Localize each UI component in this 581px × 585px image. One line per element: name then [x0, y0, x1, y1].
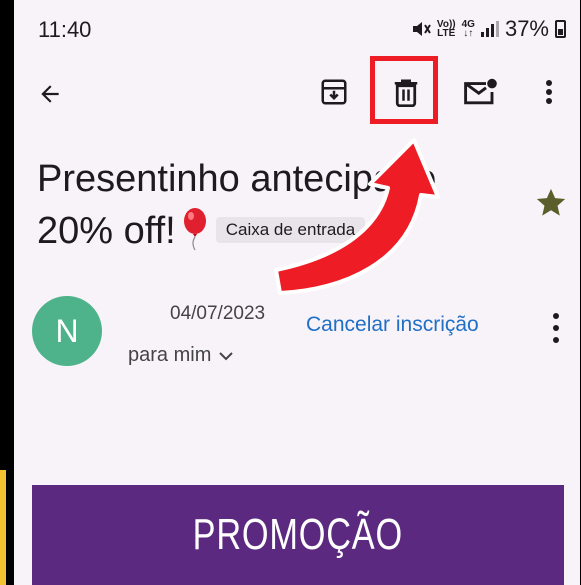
email-subject: Presentinho antecipado 20% off! Caixa de… — [37, 153, 537, 257]
chevron-down-icon — [219, 351, 234, 360]
delete-highlight-box — [370, 56, 438, 124]
arrow-back-icon — [41, 85, 59, 103]
volte-indicator: Vo)) LTE — [436, 19, 456, 39]
sender-more-icon[interactable] — [546, 310, 566, 346]
network-indicator: 4G ↓↑ — [461, 19, 475, 39]
archive-button[interactable] — [314, 72, 354, 112]
promo-banner-text: PROMOÇÃO — [192, 510, 404, 559]
more-vert-icon — [546, 80, 552, 104]
star-icon[interactable] — [534, 186, 568, 220]
unsubscribe-link[interactable]: Cancelar inscrição — [306, 313, 479, 337]
gmail-screen: 11:40 Vo)) LTE 4G ↓↑ 37% Presentinho ant… — [14, 0, 580, 585]
sender-avatar[interactable]: N — [32, 296, 102, 366]
left-edge-strip — [0, 470, 6, 585]
balloon-icon — [183, 208, 206, 251]
battery-icon — [555, 20, 566, 38]
promo-banner[interactable]: PROMOÇÃO — [32, 485, 564, 585]
recipient-label: para mim — [128, 344, 212, 366]
signal-icon — [480, 21, 499, 37]
recipient-toggle[interactable]: para mim — [128, 344, 234, 367]
email-date: 04/07/2023 — [170, 303, 266, 324]
mute-icon — [412, 22, 431, 36]
archive-icon — [321, 79, 347, 105]
status-time: 11:40 — [38, 17, 92, 42]
subject-line-1: Presentinho antecipado — [37, 158, 437, 200]
mark-unread-button[interactable] — [458, 72, 502, 112]
status-icons: Vo)) LTE 4G ↓↑ 37% — [411, 16, 566, 42]
inbox-label-chip[interactable]: Caixa de entrada — [215, 217, 366, 243]
more-options-button[interactable] — [534, 72, 564, 112]
battery-percent: 37% — [504, 16, 549, 41]
back-button[interactable] — [30, 74, 70, 114]
mark-unread-icon — [464, 78, 497, 105]
subject-line-2: 20% off! — [37, 210, 176, 252]
subject-line-2-row: 20% off! Caixa de entrada — [37, 205, 537, 257]
